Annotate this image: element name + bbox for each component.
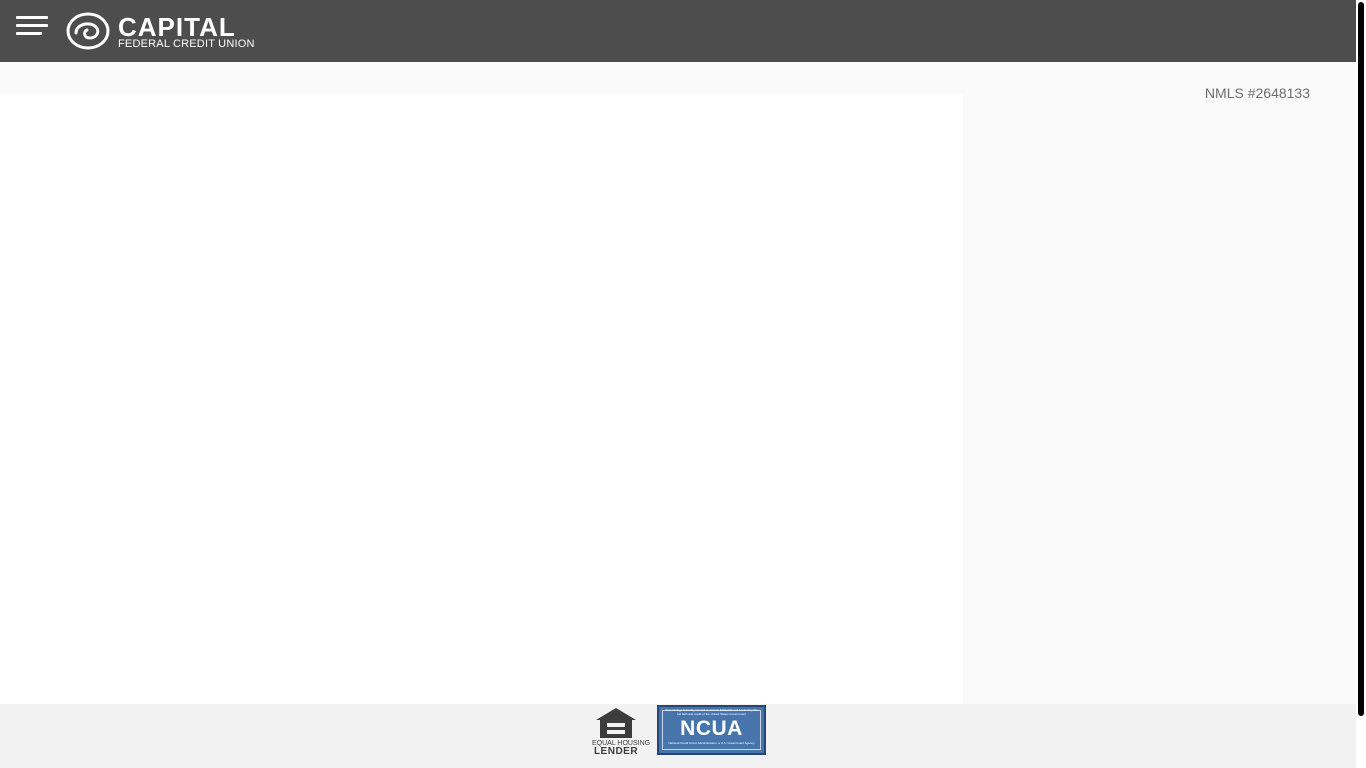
nmls-number: NMLS #2648133 xyxy=(1204,85,1310,101)
content-top-strip xyxy=(0,62,963,94)
capital-swirl-icon xyxy=(66,12,110,50)
vertical-scrollbar[interactable] xyxy=(1356,0,1366,768)
main-content-area xyxy=(0,94,963,704)
right-sidebar: NMLS #2648133 xyxy=(963,62,1356,704)
ncua-insured-text: Your savings federally insured to at lea… xyxy=(665,709,758,716)
logo-subtitle: FEDERAL CREDIT UNION xyxy=(118,38,255,50)
logo-name: CAPITAL xyxy=(118,12,236,42)
equal-housing-lender-logo: EQUAL HOUSING LENDER xyxy=(592,706,650,757)
top-navigation-bar: CAPITAL FEDERAL CREDIT UNION xyxy=(0,0,1356,62)
ncua-name: NCUA xyxy=(680,717,743,740)
ncua-badge: Your savings federally insured to at lea… xyxy=(657,705,766,755)
equal-housing-icon xyxy=(596,708,636,738)
footer: EQUAL HOUSING LENDER Your savings federa… xyxy=(0,704,1356,768)
lender-text: LENDER xyxy=(593,746,639,757)
scrollbar-thumb[interactable] xyxy=(1358,2,1364,716)
hamburger-menu-icon[interactable] xyxy=(16,16,48,38)
ncua-agency-text: National Credit Union Administration, a … xyxy=(668,742,755,745)
capital-fcu-logo[interactable]: CAPITAL FEDERAL CREDIT UNION xyxy=(66,10,254,52)
